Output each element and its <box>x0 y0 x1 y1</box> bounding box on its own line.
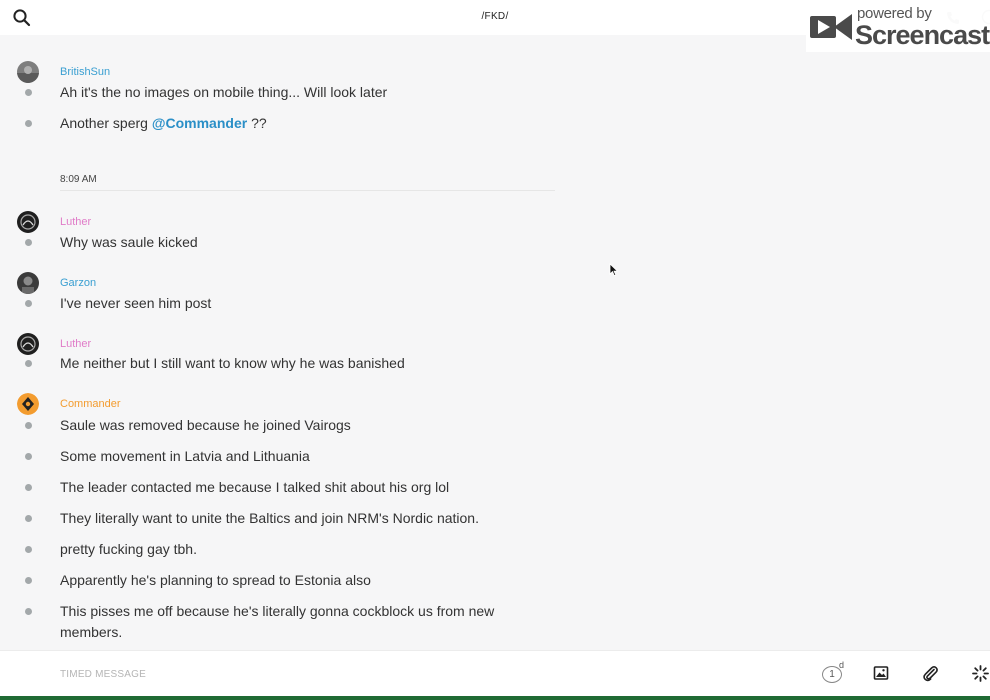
message-text: pretty fucking gay tbh. <box>60 541 197 557</box>
message-composer: 1 d <box>0 650 990 696</box>
mouse-cursor-icon <box>609 263 619 282</box>
username[interactable]: Luther <box>60 338 91 350</box>
message-bullet <box>25 453 32 460</box>
message-text: Ah it's the no images on mobile thing...… <box>60 84 388 100</box>
message-bullet <box>25 608 32 615</box>
message-bullet <box>25 360 32 367</box>
message-bullet <box>25 546 32 553</box>
time-separator: 8:09 AM <box>60 169 555 191</box>
loading-icon[interactable] <box>972 665 989 687</box>
message-text: Me neither but I still want to know why … <box>60 355 405 371</box>
message-text: Apparently he's planning to spread to Es… <box>60 572 371 588</box>
message-list: · · · BritishSun Ah it's the no images o… <box>0 35 990 650</box>
avatar-luther[interactable] <box>17 333 39 355</box>
mention-link[interactable]: @Commander <box>152 115 247 131</box>
avatar-britishsun[interactable] <box>17 61 39 83</box>
message-bullet <box>25 577 32 584</box>
message-bullet <box>25 515 32 522</box>
username[interactable]: BritishSun <box>60 66 110 78</box>
message-bullet <box>25 422 32 429</box>
message-text-prefix: Another sperg <box>60 115 152 131</box>
message-text: This pisses me off because he's literall… <box>60 603 495 640</box>
message-bullet <box>25 120 32 127</box>
message-text: I've never seen him post <box>60 295 212 311</box>
avatar-commander[interactable] <box>17 393 39 415</box>
image-icon[interactable] <box>873 665 889 686</box>
message-text: Saule was removed because he joined Vair… <box>60 417 351 433</box>
message-bullet <box>25 300 32 307</box>
message-text: The leader contacted me because I talked… <box>60 479 450 495</box>
message-text: They literally want to unite the Baltics… <box>60 510 479 526</box>
paperclip-icon[interactable] <box>922 665 939 687</box>
avatar-luther[interactable] <box>17 211 39 233</box>
timer-icon[interactable]: 1 d <box>822 660 845 685</box>
time-label: 8:09 AM <box>60 174 97 185</box>
message-text-suffix: ?? <box>247 115 267 131</box>
message-input[interactable] <box>60 665 660 683</box>
message-bullet <box>25 239 32 246</box>
username[interactable]: Luther <box>60 216 91 228</box>
avatar-garzon[interactable] <box>17 272 39 294</box>
truncated-message: · · · <box>60 35 79 40</box>
message-text: Another sperg @Commander ?? <box>60 113 530 134</box>
message-bullet <box>25 89 32 96</box>
timer-unit: d <box>839 660 845 670</box>
username[interactable]: Garzon <box>60 277 96 289</box>
message-bullet <box>25 484 32 491</box>
bottom-border <box>0 696 990 700</box>
message-text: Some movement in Latvia and Lithuania <box>60 448 310 464</box>
username[interactable]: Commander <box>60 398 121 410</box>
message-text: Why was saule kicked <box>60 234 198 250</box>
